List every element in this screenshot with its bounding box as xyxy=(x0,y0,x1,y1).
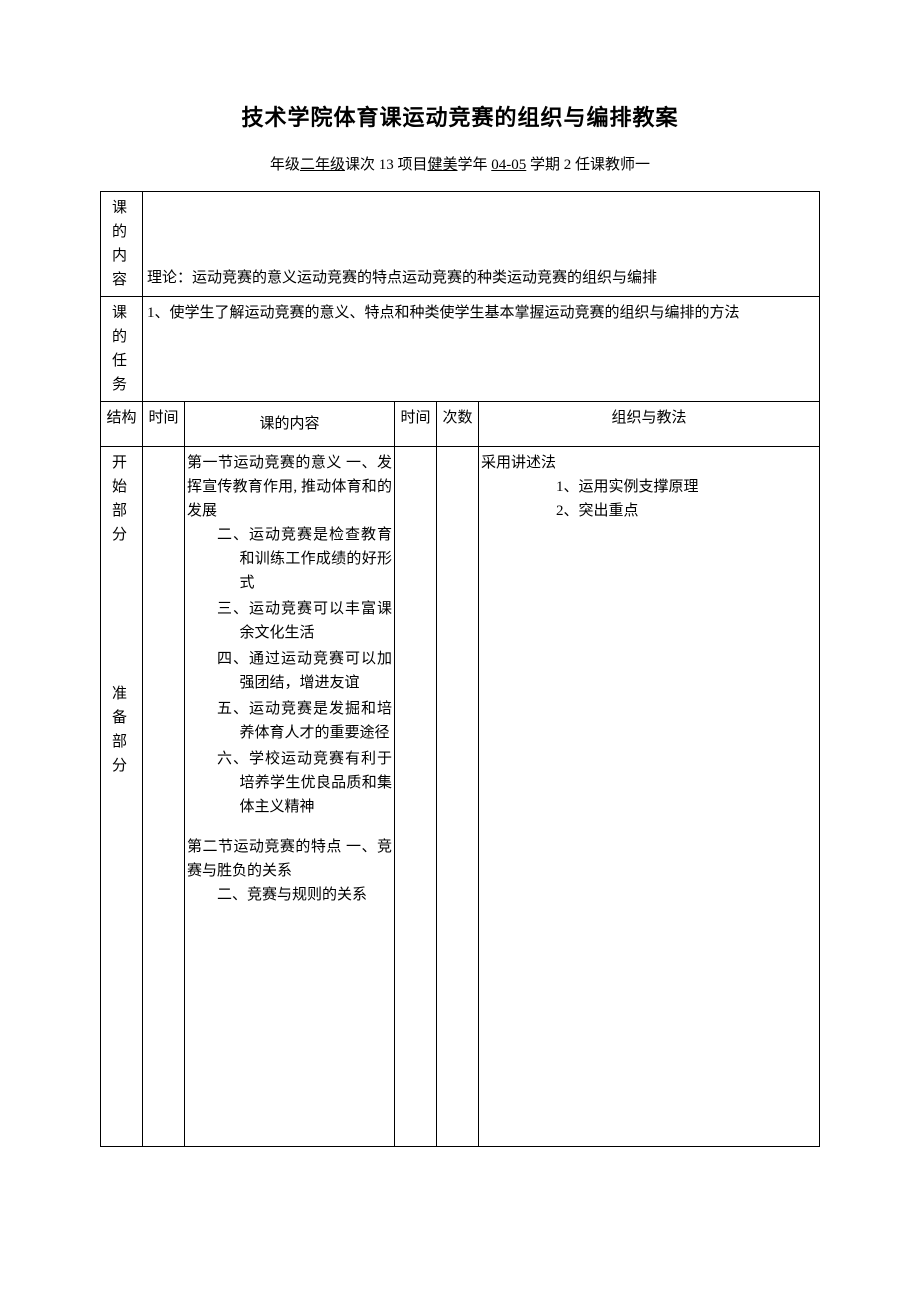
head-time1: 时间 xyxy=(143,402,185,447)
org-li1: 1、运用实例支撑原理 xyxy=(481,475,817,499)
page-title: 技术学院体育课运动竞赛的组织与编排教案 xyxy=(100,100,820,135)
teacher-value: 一 xyxy=(635,157,650,173)
table-head-row: 结构 时间 课的内容 时间 次数 组织与教法 xyxy=(101,402,820,447)
lesson-value: 13 xyxy=(379,157,394,173)
start-section-label: 开 始部分 xyxy=(103,451,140,547)
lesson-label: 课次 xyxy=(345,157,375,173)
term-value: 2 xyxy=(564,157,572,173)
content-p2: 第二节运动竞赛的特点 一、竞赛与胜负的关系 xyxy=(187,835,392,883)
project-label: 项目 xyxy=(397,157,427,173)
teacher-label: 任课教师 xyxy=(575,157,635,173)
task-label: 课 的任务 xyxy=(101,297,143,402)
term-label: 学期 xyxy=(530,157,560,173)
org-cell: 采用讲述法 1、运用实例支撑原理 2、突出重点 xyxy=(479,447,820,1147)
time2-cell xyxy=(395,447,437,1147)
content-li4: 四、通过运动竞赛可以加强团结，增进友谊 xyxy=(187,647,392,695)
time1-cell xyxy=(143,447,185,1147)
task-text: 1、使学生了解运动竞赛的意义、特点和种类使学生基本掌握运动竞赛的组织与编排的方法 xyxy=(143,297,820,402)
content-li3: 三、运动竞赛可以丰富课余文化生活 xyxy=(187,597,392,645)
info-line: 年级二年级课次 13 项目健美学年 04-05 学期 2 任课教师一 xyxy=(100,153,820,177)
content-text: 理论：运动竞赛的意义运动竞赛的特点运动竞赛的种类运动竞赛的组织与编排 xyxy=(143,192,820,297)
content-li2: 二、运动竞赛是检查教育和训练工作成绩的好形式 xyxy=(187,523,392,595)
content-li6: 六、学校运动竞赛有利于培养学生优良品质和集体主义精神 xyxy=(187,747,392,819)
org-p1: 采用讲述法 xyxy=(481,451,817,475)
body-row: 开 始部分 准 备部分 第一节运动竞赛的意义 一、发挥宣传教育作用, 推动体育和… xyxy=(101,447,820,1147)
content-row: 课 的内容 理论：运动竞赛的意义运动竞赛的特点运动竞赛的种类运动竞赛的组织与编排 xyxy=(101,192,820,297)
head-time2: 时间 xyxy=(395,402,437,447)
content-p1: 第一节运动竞赛的意义 一、发挥宣传教育作用, 推动体育和的发展 xyxy=(187,451,392,523)
year-value: 04-05 xyxy=(491,157,526,173)
content-label: 课 的内容 xyxy=(101,192,143,297)
count-cell xyxy=(437,447,479,1147)
content-cell: 第一节运动竞赛的意义 一、发挥宣传教育作用, 推动体育和的发展 二、运动竞赛是检… xyxy=(185,447,395,1147)
lesson-table: 课 的内容 理论：运动竞赛的意义运动竞赛的特点运动竞赛的种类运动竞赛的组织与编排… xyxy=(100,191,820,1147)
head-count: 次数 xyxy=(437,402,479,447)
prep-section-label: 准 备部分 xyxy=(103,682,140,778)
org-li2: 2、突出重点 xyxy=(481,499,817,523)
head-content: 课的内容 xyxy=(185,402,395,447)
content-li2b: 二、竞赛与规则的关系 xyxy=(187,883,392,907)
year-label: 学年 xyxy=(458,157,488,173)
head-structure: 结构 xyxy=(101,402,143,447)
task-row: 课 的任务 1、使学生了解运动竞赛的意义、特点和种类使学生基本掌握运动竞赛的组织… xyxy=(101,297,820,402)
content-li5: 五、运动竞赛是发掘和培养体育人才的重要途径 xyxy=(187,697,392,745)
grade-value: 二年级 xyxy=(300,157,345,173)
project-value: 健美 xyxy=(427,157,457,173)
structure-cell: 开 始部分 准 备部分 xyxy=(101,447,143,1147)
head-org: 组织与教法 xyxy=(479,402,820,447)
grade-label: 年级 xyxy=(270,157,300,173)
